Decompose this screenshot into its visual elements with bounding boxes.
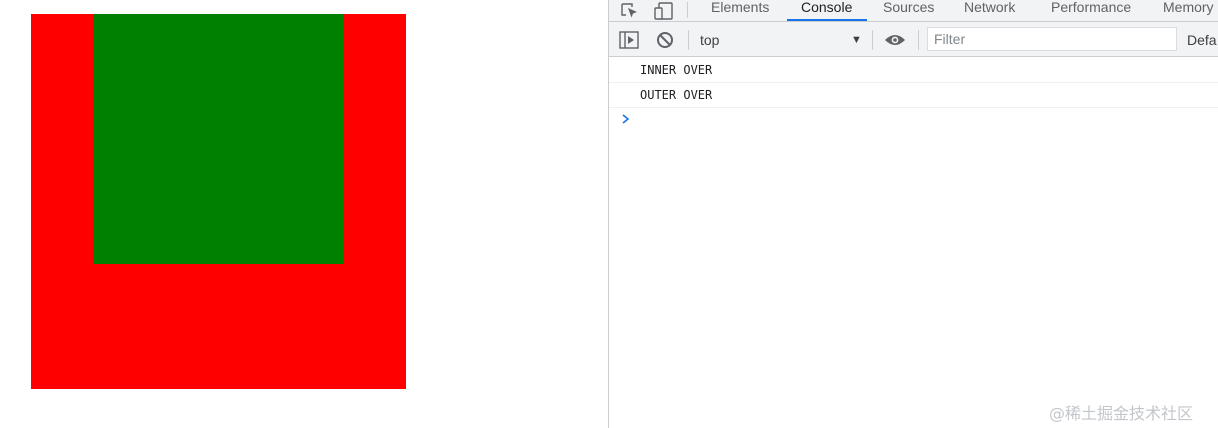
console-toolbar: top ▼ Defa bbox=[609, 22, 1218, 57]
tab-elements[interactable]: Elements bbox=[711, 0, 769, 21]
tab-network[interactable]: Network bbox=[964, 0, 1015, 21]
console-messages: INNER OVER OUTER OVER bbox=[609, 58, 1218, 428]
inner-box[interactable] bbox=[93, 14, 343, 264]
tab-performance[interactable]: Performance bbox=[1051, 0, 1131, 21]
console-sidebar-icon[interactable] bbox=[618, 29, 640, 51]
console-message-text: OUTER OVER bbox=[640, 88, 713, 102]
console-message-text: INNER OVER bbox=[640, 63, 713, 77]
console-message: INNER OVER bbox=[609, 58, 1218, 83]
context-selector[interactable]: top ▼ bbox=[699, 29, 865, 51]
live-expression-icon[interactable] bbox=[884, 29, 906, 51]
toolbar-separator bbox=[688, 30, 689, 50]
tab-memory[interactable]: Memory bbox=[1163, 0, 1214, 21]
device-toolbar-icon[interactable] bbox=[653, 0, 675, 21]
tab-sources[interactable]: Sources bbox=[883, 0, 934, 21]
active-tab-indicator bbox=[787, 19, 867, 21]
context-value: top bbox=[700, 32, 720, 48]
prompt-chevron-icon[interactable] bbox=[620, 112, 632, 124]
inspect-element-icon[interactable] bbox=[619, 0, 641, 21]
console-message: OUTER OVER bbox=[609, 83, 1218, 108]
tab-console[interactable]: Console bbox=[801, 0, 852, 21]
toolbar-separator bbox=[918, 30, 919, 50]
clear-console-icon[interactable] bbox=[654, 29, 676, 51]
tabbar-separator bbox=[687, 2, 688, 18]
toolbar-separator bbox=[872, 30, 873, 50]
devtools-tabbar: Elements Console Sources Network Perform… bbox=[609, 0, 1218, 22]
chevron-down-icon: ▼ bbox=[851, 34, 862, 46]
devtools-panel: Elements Console Sources Network Perform… bbox=[608, 0, 1218, 428]
outer-box[interactable] bbox=[31, 14, 406, 389]
log-levels-dropdown[interactable]: Defa bbox=[1187, 29, 1217, 51]
filter-input[interactable] bbox=[927, 27, 1177, 51]
watermark: @稀土掘金技术社区 bbox=[1049, 404, 1194, 423]
page-viewport bbox=[0, 0, 608, 428]
